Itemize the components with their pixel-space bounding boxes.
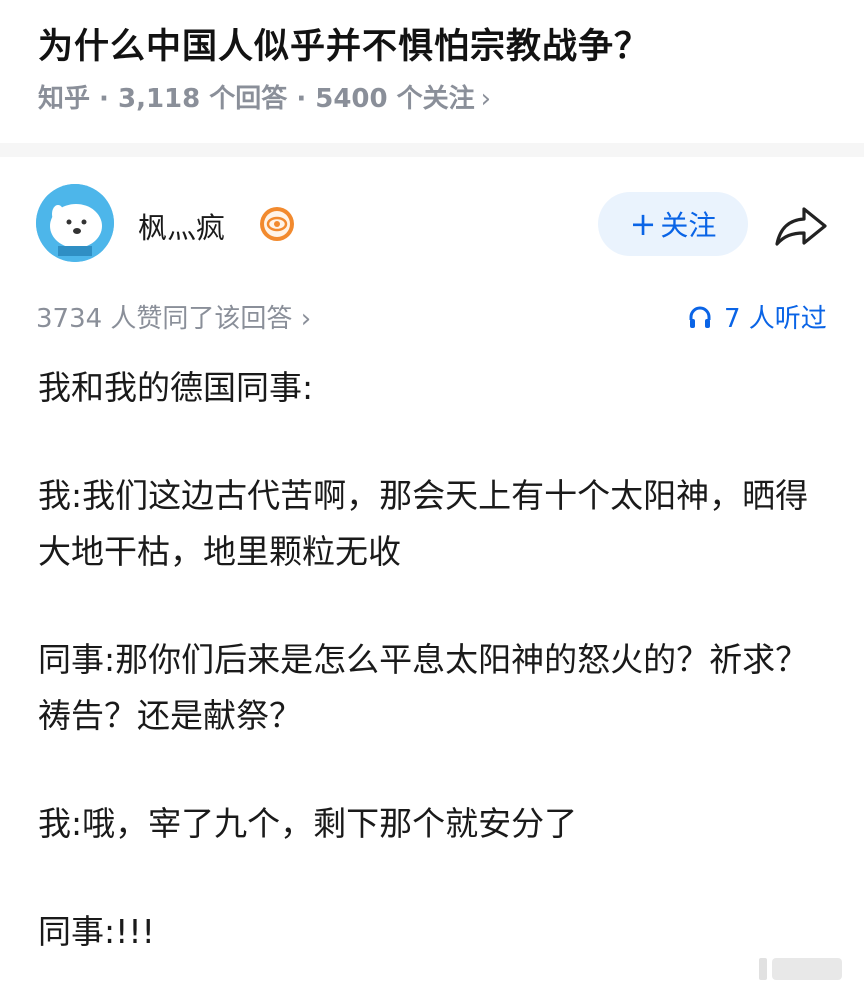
- listened-count[interactable]: 7 人听过: [688, 298, 827, 335]
- answer-paragraph: 同事:那你们后来是怎么平息太阳神的怒火的？祈求？祷告？还是献祭？: [38, 640, 809, 735]
- section-divider: [0, 143, 864, 157]
- chevron-right-icon: ›: [480, 84, 492, 114]
- plus-icon: +: [629, 205, 657, 243]
- eye-badge-icon: [260, 207, 294, 241]
- answer-paragraph: 同事:!!!: [38, 912, 155, 951]
- follow-label: 关注: [660, 209, 717, 242]
- headphones-icon: [689, 306, 711, 328]
- question-stats: 知乎 · 3,118 个回答 · 5400 个关注: [38, 84, 475, 114]
- watermark-mark: [759, 958, 767, 980]
- avatar[interactable]: [36, 184, 114, 262]
- answer-paragraph: 我和我的德国同事:: [38, 368, 314, 407]
- author-name[interactable]: 枫灬疯: [138, 205, 225, 247]
- answer-paragraph: 我:哦，宰了九个，剩下那个就安分了: [38, 804, 578, 843]
- answer-content: 我和我的德国同事: 我:我们这边古代苦啊，那会天上有十个太阳神，晒得大地干枯，地…: [38, 360, 838, 960]
- question-title[interactable]: 为什么中国人似乎并不惧怕宗教战争？: [38, 18, 650, 69]
- watermark-mark: [772, 958, 842, 980]
- watermark: [759, 958, 842, 980]
- answer-paragraph: 我:我们这边古代苦啊，那会天上有十个太阳神，晒得大地干枯，地里颗粒无收: [38, 476, 809, 571]
- follow-button[interactable]: + 关注: [598, 192, 748, 256]
- share-arrow-icon[interactable]: [774, 205, 828, 247]
- upvote-count[interactable]: 3734 人赞同了该回答 ›: [36, 298, 311, 335]
- question-meta[interactable]: 知乎 · 3,118 个回答 · 5400 个关注 ›: [38, 78, 491, 115]
- listened-label: 7 人听过: [724, 304, 827, 334]
- avatar-image: [36, 184, 114, 262]
